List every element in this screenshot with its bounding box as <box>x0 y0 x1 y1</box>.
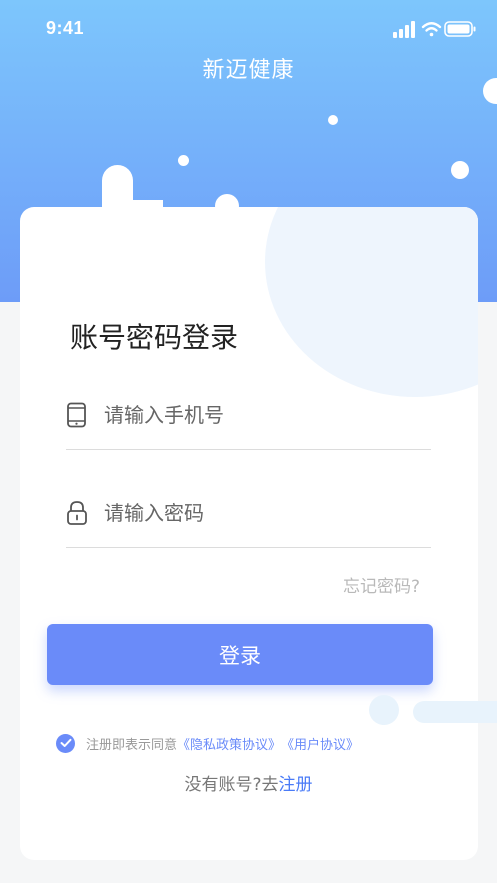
login-button[interactable]: 登录 <box>47 624 433 685</box>
status-bar: 9:41 <box>0 0 497 56</box>
decor-dot <box>178 155 189 166</box>
decor-bubble <box>413 701 497 723</box>
phone-field <box>66 396 431 450</box>
agreement-row: 注册即表示同意 《隐私政策协议》 《用户协议》 <box>56 732 359 754</box>
forgot-password-link[interactable]: 忘记密码? <box>343 572 420 597</box>
register-row: 没有账号?去注册 <box>0 770 497 795</box>
decor-dot <box>451 161 469 179</box>
register-prompt: 没有账号?去 <box>184 775 279 795</box>
phone-input[interactable] <box>104 396 424 434</box>
check-icon <box>60 738 71 747</box>
decor-drip <box>133 215 163 246</box>
wifi-icon <box>421 22 442 37</box>
card-decoration <box>265 207 478 397</box>
status-icons <box>393 20 477 40</box>
phone-icon <box>67 402 86 428</box>
password-input[interactable] <box>104 494 424 532</box>
login-title: 账号密码登录 <box>70 321 239 354</box>
status-time: 9:41 <box>46 18 85 38</box>
password-field <box>66 494 431 548</box>
agreement-prefix: 注册即表示同意 <box>86 737 178 753</box>
lock-icon <box>67 501 87 525</box>
decor-bubble <box>369 695 399 725</box>
user-agreement-link[interactable]: 《用户协议》 <box>281 734 359 753</box>
agreement-checkbox[interactable] <box>56 733 75 753</box>
privacy-policy-link[interactable]: 《隐私政策协议》 <box>177 734 281 753</box>
status-icon-group <box>393 21 476 38</box>
signal-icon <box>393 21 415 38</box>
register-link[interactable]: 注册 <box>279 775 313 795</box>
app-title: 新迈健康 <box>202 58 295 83</box>
decor-dot <box>328 115 338 125</box>
battery-icon <box>444 21 476 37</box>
